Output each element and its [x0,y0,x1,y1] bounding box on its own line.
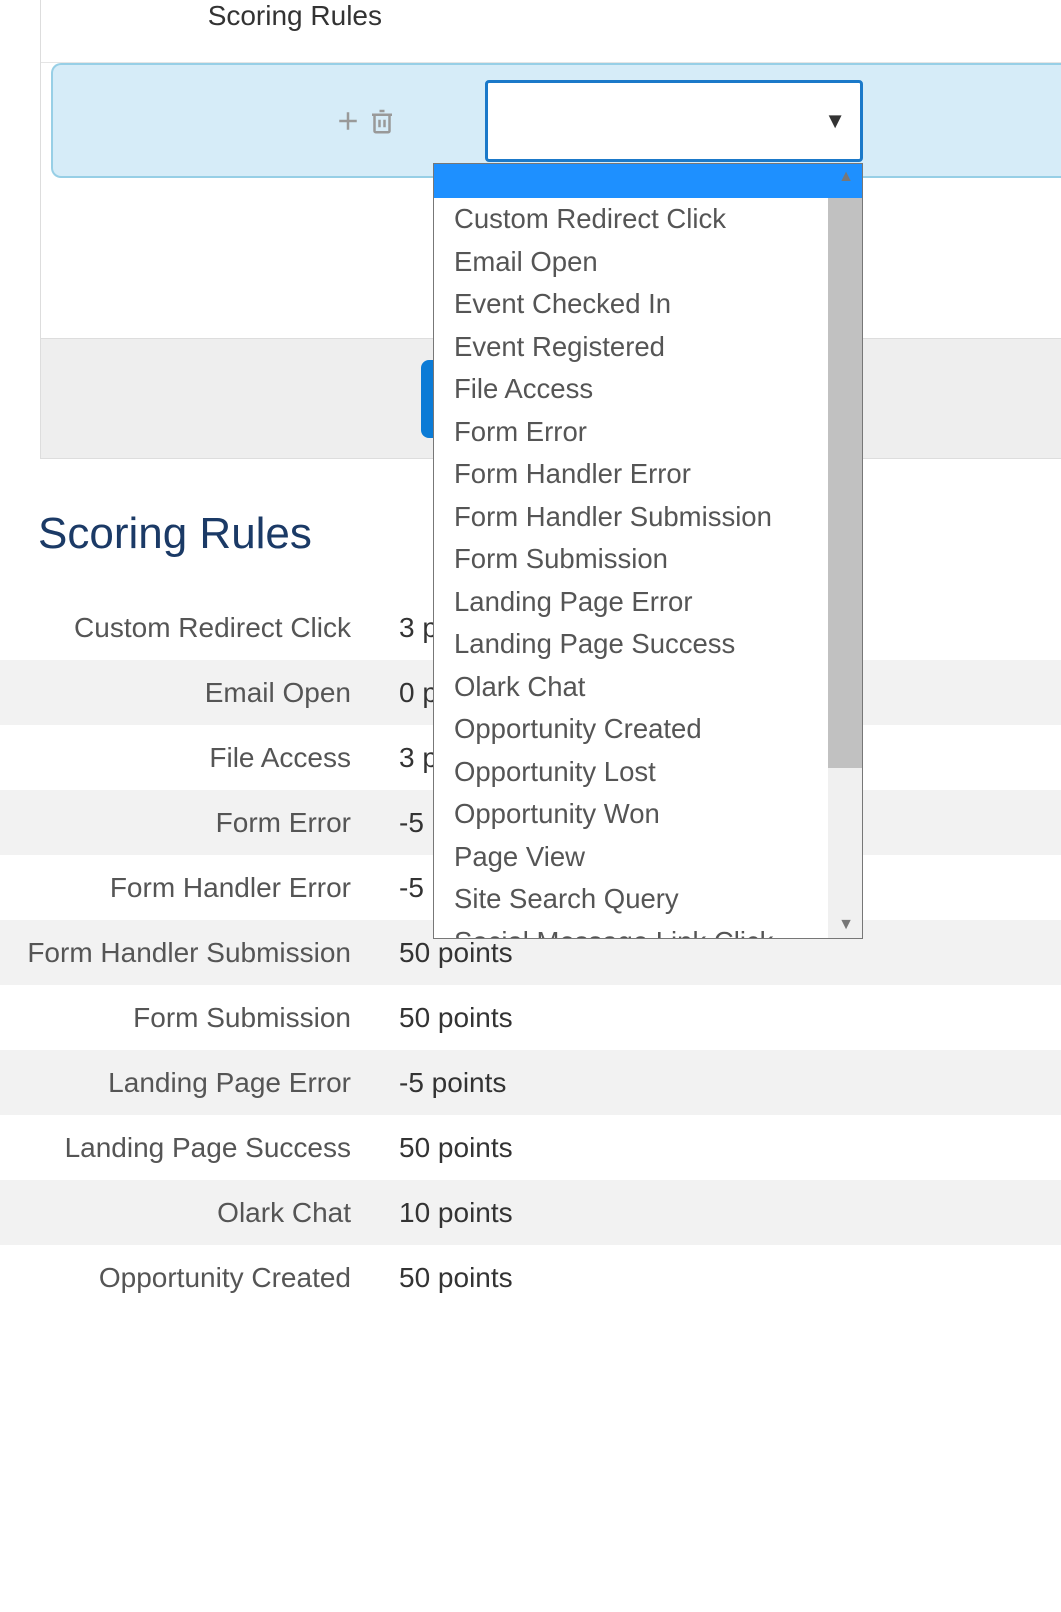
scoring-rules-field-label: Scoring Rules [41,0,406,32]
dropdown-option[interactable]: Landing Page Error [434,581,862,624]
dropdown-option[interactable]: Opportunity Created [434,708,862,751]
dropdown-selected-blank[interactable]: ▲ [434,164,862,198]
table-row: Landing Page Error-5 points [0,1050,1061,1115]
dropdown-option[interactable]: Olark Chat [434,666,862,709]
table-row: Olark Chat10 points [0,1180,1061,1245]
dropdown-option[interactable]: Form Error [434,411,862,454]
rule-label: Landing Page Error [0,1067,375,1099]
scoring-rule-row: ▼ [51,63,1061,178]
rule-label: Form Submission [0,1002,375,1034]
dropdown-option[interactable]: Form Submission [434,538,862,581]
rule-label: Form Handler Submission [0,937,375,969]
rule-type-dropdown: ▲ Custom Redirect ClickEmail OpenEvent C… [433,163,863,939]
rule-label: Form Handler Error [0,872,375,904]
dropdown-option[interactable]: Landing Page Success [434,623,862,666]
rule-label: Email Open [0,677,375,709]
dropdown-option[interactable]: Form Handler Error [434,453,862,496]
dropdown-option[interactable]: Opportunity Lost [434,751,862,794]
rule-value: 50 points [375,937,513,969]
add-rule-icon[interactable] [333,106,363,136]
dropdown-option[interactable]: Event Checked In [434,283,862,326]
rule-value: 50 points [375,1132,513,1164]
rule-label: Olark Chat [0,1197,375,1229]
table-row: Landing Page Success50 points [0,1115,1061,1180]
dropdown-option[interactable]: File Access [434,368,862,411]
dropdown-option[interactable]: Form Handler Submission [434,496,862,539]
rule-label: Form Error [0,807,375,839]
rule-value: 50 points [375,1002,513,1034]
dropdown-option[interactable]: Email Open [434,241,862,284]
rule-label: Opportunity Created [0,1262,375,1294]
dropdown-option[interactable]: Social Message Link Click [434,921,862,939]
delete-rule-icon[interactable] [367,106,397,136]
rule-value: 10 points [375,1197,513,1229]
scroll-up-icon[interactable]: ▲ [838,168,854,186]
rule-label: File Access [0,742,375,774]
dropdown-option[interactable]: Opportunity Won [434,793,862,836]
chevron-down-icon: ▼ [824,108,846,134]
dropdown-option[interactable]: Event Registered [434,326,862,369]
dropdown-option[interactable]: Page View [434,836,862,879]
rule-label: Custom Redirect Click [0,612,375,644]
rule-label: Landing Page Success [0,1132,375,1164]
rule-value: -5 points [375,1067,506,1099]
scroll-down-icon[interactable]: ▼ [838,916,854,934]
dropdown-option[interactable]: Custom Redirect Click [434,198,862,241]
dropdown-scrollbar-thumb[interactable] [828,198,862,768]
rule-value: 50 points [375,1262,513,1294]
table-row: Opportunity Created50 points [0,1245,1061,1310]
table-row: Form Submission50 points [0,985,1061,1050]
dropdown-option[interactable]: Site Search Query [434,878,862,921]
rule-type-select[interactable]: ▼ [485,80,863,162]
